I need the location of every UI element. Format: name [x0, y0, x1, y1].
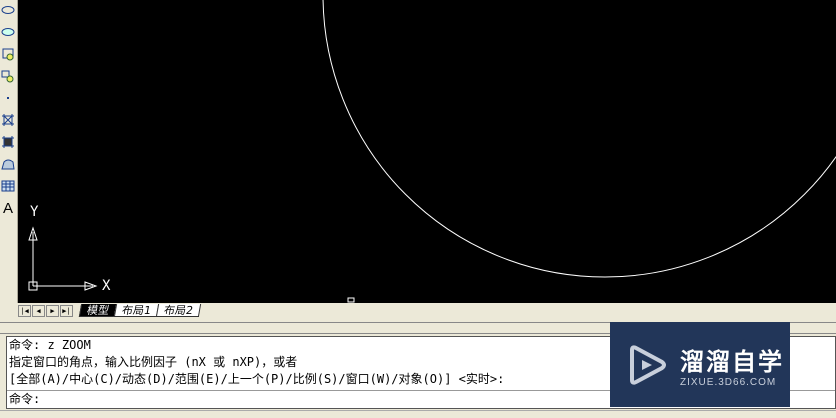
tab-layout1[interactable]: 布局1	[113, 304, 160, 317]
watermark-logo: 溜溜自学 ZIXUE.3D66.COM	[610, 322, 790, 407]
region-icon[interactable]	[1, 155, 15, 173]
layout-tabs: |◀ ◀ ▶ ▶| 模型 布局1 布局2	[18, 303, 836, 318]
watermark-title: 溜溜自学	[680, 347, 784, 376]
play-icon	[630, 344, 666, 385]
status-bar	[0, 410, 836, 418]
tab-model[interactable]: 模型	[78, 304, 118, 317]
ucs-x-label: X	[102, 278, 111, 294]
multiline-text-icon[interactable]: A	[1, 199, 15, 217]
drawn-circle	[322, 0, 836, 278]
tab-layout2[interactable]: 布局2	[155, 304, 202, 317]
ucs-icon	[28, 226, 355, 303]
draw-toolbar: A	[0, 0, 18, 303]
last-tab-button[interactable]: ▶|	[60, 304, 73, 317]
hatch-icon[interactable]	[1, 111, 15, 129]
table-icon[interactable]	[1, 177, 15, 195]
ellipse-arc-icon[interactable]	[1, 23, 15, 41]
prev-tab-button[interactable]: ◀	[32, 304, 45, 317]
first-tab-button[interactable]: |◀	[18, 304, 31, 317]
next-tab-button[interactable]: ▶	[46, 304, 59, 317]
point-icon[interactable]	[1, 89, 15, 107]
drawing-canvas[interactable]: Y X	[18, 0, 836, 303]
ucs-y-label: Y	[30, 204, 39, 220]
insert-block-icon[interactable]	[1, 45, 15, 63]
watermark-url: ZIXUE.3D66.COM	[680, 376, 777, 388]
gradient-icon[interactable]	[1, 133, 15, 151]
ellipse-icon[interactable]	[1, 1, 15, 19]
make-block-icon[interactable]	[1, 67, 15, 85]
